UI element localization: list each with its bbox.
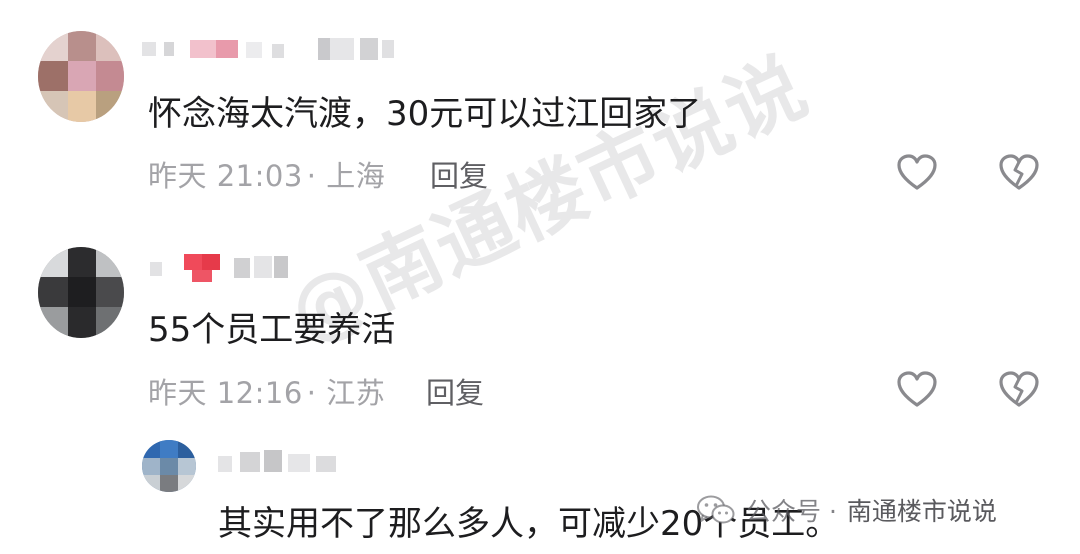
comment-text: 55个员工要养活 (148, 310, 396, 350)
comment-time: 昨天 12:16 (148, 376, 303, 410)
comment-meta: 昨天 12:16 · 江苏 (148, 370, 385, 412)
username-blurred[interactable] (142, 252, 312, 284)
comment-meta: 昨天 21:03 · 上海 (148, 153, 385, 195)
comment-location: · 江苏 (306, 376, 386, 410)
reply-button[interactable]: 回复 (426, 370, 484, 412)
comment-text: 怀念海太汽渡，30元可以过江回家了 (148, 94, 702, 134)
username-blurred[interactable] (142, 36, 402, 68)
wechat-official-account-mark: 公众号 · 南通楼市说说 (696, 492, 997, 528)
broken-heart-icon[interactable] (998, 153, 1040, 193)
avatar[interactable] (38, 31, 124, 122)
avatar[interactable] (38, 247, 124, 338)
comment-time: 昨天 21:03 (148, 159, 303, 193)
heart-outline-icon[interactable] (896, 370, 938, 410)
broken-heart-icon[interactable] (998, 370, 1040, 410)
wechat-account-name: 南通楼市说说 (846, 497, 997, 526)
comment-location: · 上海 (306, 159, 386, 193)
avatar[interactable] (142, 440, 196, 492)
wechat-mark-label: 公众号 · (746, 497, 837, 526)
wechat-icon (697, 495, 735, 524)
reply-button[interactable]: 回复 (430, 153, 488, 195)
username-blurred[interactable] (212, 448, 362, 480)
heart-outline-icon[interactable] (896, 153, 938, 193)
